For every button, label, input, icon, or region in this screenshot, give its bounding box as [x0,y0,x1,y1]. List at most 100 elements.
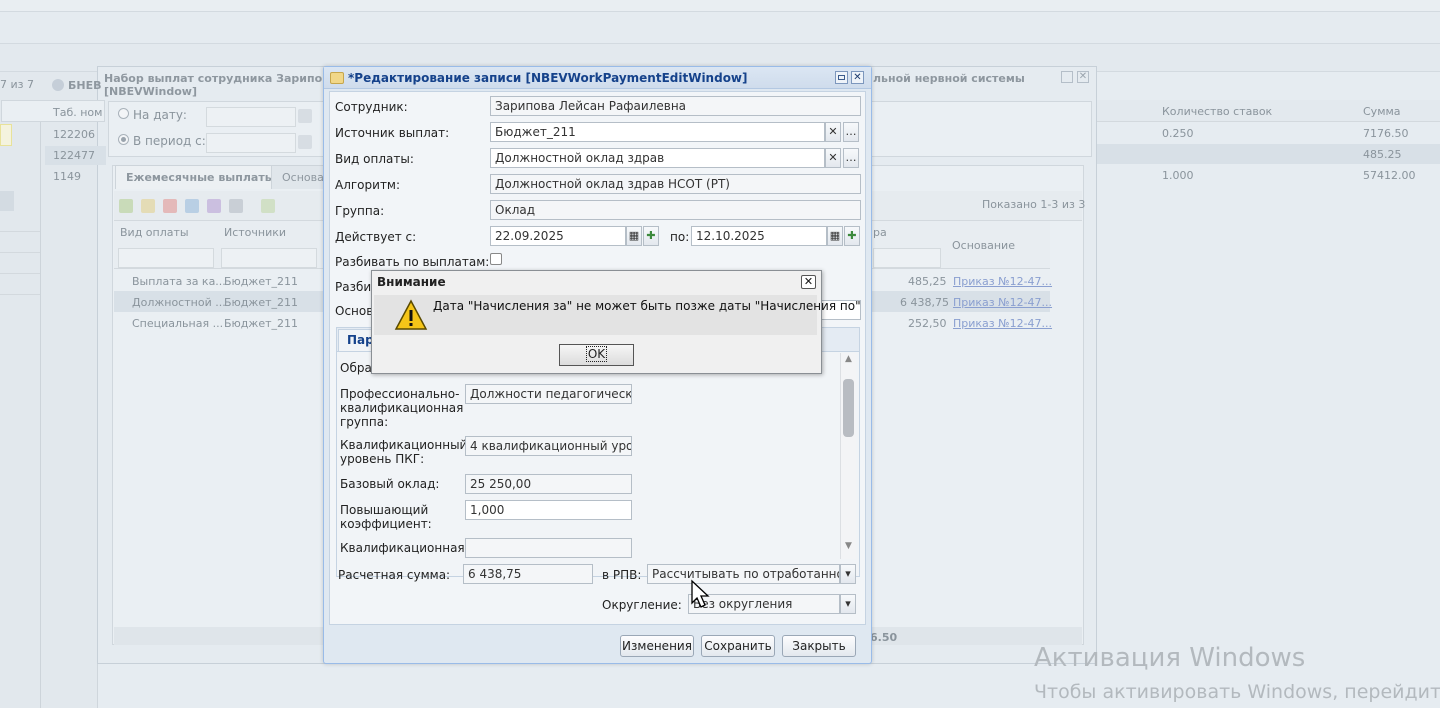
close-icon[interactable]: ✕ [801,275,816,289]
pkg-field[interactable]: Должности педагогических р [465,384,632,404]
grid-cell-source[interactable]: Бюджет_211 [224,317,298,330]
scrollbar-thumb[interactable] [843,379,854,437]
source-field[interactable]: Бюджет_211 [490,122,825,142]
bg-left-cell[interactable]: 1149 [53,170,81,183]
bg-right-cell[interactable]: 7176.50 [1363,127,1409,140]
calendar-today-icon[interactable]: ✚ [643,226,659,246]
period-radio[interactable] [118,134,129,145]
bg-right-cell[interactable]: 57412.00 [1363,169,1416,182]
calendar-today-icon[interactable]: ✚ [844,226,860,246]
grid-header-paytype: Вид оплаты [120,226,189,239]
grid-cell-source[interactable]: Бюджет_211 [224,296,298,309]
valid-to-field[interactable]: 12.10.2025 [691,226,827,246]
add-icon[interactable] [119,199,133,213]
scroll-down-icon[interactable]: ▼ [841,541,856,551]
grid-header-basis: Основание [952,239,1015,252]
grid-cell-source[interactable]: Бюджет_211 [224,275,298,288]
base-salary-field[interactable]: 25 250,00 [465,474,632,494]
bg-left-row[interactable] [0,274,40,295]
source-label: Источник выплат: [335,126,450,140]
bg-left-row[interactable] [0,211,40,232]
bg-window-title-2: [NBEVWindow] [104,85,198,98]
bg-left-col-header: Таб. ном [53,106,103,119]
changes-button[interactable]: Изменения [620,635,694,657]
edit-window-icon [330,72,344,84]
level-label: Квалификационный уровень ПКГ: [340,438,468,466]
close-icon[interactable]: ✕ [851,71,864,84]
bg-toolbar [0,12,1440,44]
employee-field[interactable]: Зарипова Лейсан Рафаилевна [490,96,861,116]
refresh-icon[interactable] [261,199,275,213]
algorithm-field[interactable]: Должностной оклад здрав НСОТ (РТ) [490,174,861,194]
rpv-select[interactable]: Рассчитывать по отработанному [647,564,840,584]
valid-from-label: Действует с: [335,230,417,244]
copy-icon[interactable] [185,199,199,213]
edit-window-title: *Редактирование записи [NBEVWorkPaymentE… [348,71,748,85]
close-icon[interactable]: ✕ [1077,71,1089,83]
split-label: Разбивать по выплатам: [335,255,490,269]
calc-sum-field[interactable]: 6 438,75 [463,564,593,584]
valid-from-field[interactable]: 22.09.2025 [490,226,626,246]
chevron-down-icon[interactable]: ▾ [840,564,856,584]
delete-icon[interactable] [163,199,177,213]
grid-header-sum: ра [873,226,887,239]
bg-left-row[interactable] [0,232,40,253]
calendar-icon[interactable] [298,109,312,123]
bg-left-cell[interactable]: 122206 [53,128,95,141]
bg-app-tab-label: БНЕВ [68,79,102,92]
split-checkbox[interactable] [490,253,502,265]
period-from-field[interactable] [206,133,296,153]
more-icon[interactable]: … [843,148,859,168]
close-button[interactable]: Закрыть [782,635,856,657]
bg-left-selected-row[interactable] [0,191,14,211]
date-field[interactable] [206,107,296,127]
more-icon[interactable]: … [843,122,859,142]
paytype-field[interactable]: Должностной оклад здрав [490,148,825,168]
filter-sum[interactable] [873,248,941,268]
params-scrollbar[interactable]: ▲ ▼ [840,353,856,559]
ok-button[interactable]: OK [559,344,634,366]
filter-source[interactable] [221,248,317,268]
date-radio[interactable] [118,108,129,119]
bg-left-divider [40,100,41,708]
calendar-icon[interactable]: ▦ [626,226,642,246]
qualification-field[interactable] [465,538,632,558]
grid-cell-paytype[interactable]: Специальная ... [132,317,223,330]
grid-cell-basis-link[interactable]: Приказ №12-47... [953,275,1052,288]
coef-field[interactable]: 1,000 [465,500,632,520]
bg-left-row[interactable] [0,253,40,274]
chevron-down-icon[interactable]: ▾ [840,594,856,614]
grid-cell-paytype[interactable]: Должностной ... [132,296,226,309]
filter-paytype[interactable] [118,248,214,268]
calendar-icon[interactable] [298,135,312,149]
bg-right-cell[interactable]: 0.250 [1162,127,1194,140]
clear-icon[interactable]: ✕ [825,148,841,168]
maximize-icon[interactable] [835,71,848,84]
bg-search-field[interactable] [0,124,12,146]
save-button[interactable]: Сохранить [701,635,775,657]
grid-cell-basis-link[interactable]: Приказ №12-47... [953,317,1052,330]
calc-sum-label: Расчетная сумма: [338,568,451,582]
grid-cell-sum[interactable]: 485,25 [908,275,947,288]
level-field[interactable]: 4 квалификационный уровен [465,436,632,456]
calendar-icon[interactable]: ▦ [827,226,843,246]
mouse-cursor-icon [691,579,710,608]
grid-cell-paytype[interactable]: Выплата за ка... [132,275,226,288]
grid-cell-sum[interactable]: 6 438,75 [900,296,949,309]
tab-monthly[interactable]: Ежемесячные выплаты [115,165,286,189]
sum-icon[interactable] [207,199,221,213]
edit-icon[interactable] [141,199,155,213]
bg-left-cell[interactable]: 122477 [53,149,95,162]
group-field[interactable]: Оклад [490,200,861,220]
bg-right-cell[interactable]: 485.25 [1363,148,1402,161]
grid-cell-basis-link[interactable]: Приказ №12-47... [953,296,1052,309]
rpv-label: в РПВ: [602,568,642,582]
maximize-icon[interactable] [1061,71,1073,83]
grid-cell-sum[interactable]: 252,50 [908,317,947,330]
bg-window-title-right: льной нервной системы [873,72,1025,85]
clear-icon[interactable]: ✕ [825,122,841,142]
bg-right-cell[interactable]: 1.000 [1162,169,1194,182]
bg-shown-count: Показано 1-3 из 3 [982,198,1086,211]
scroll-up-icon[interactable]: ▲ [841,353,856,365]
settings-icon[interactable] [229,199,243,213]
